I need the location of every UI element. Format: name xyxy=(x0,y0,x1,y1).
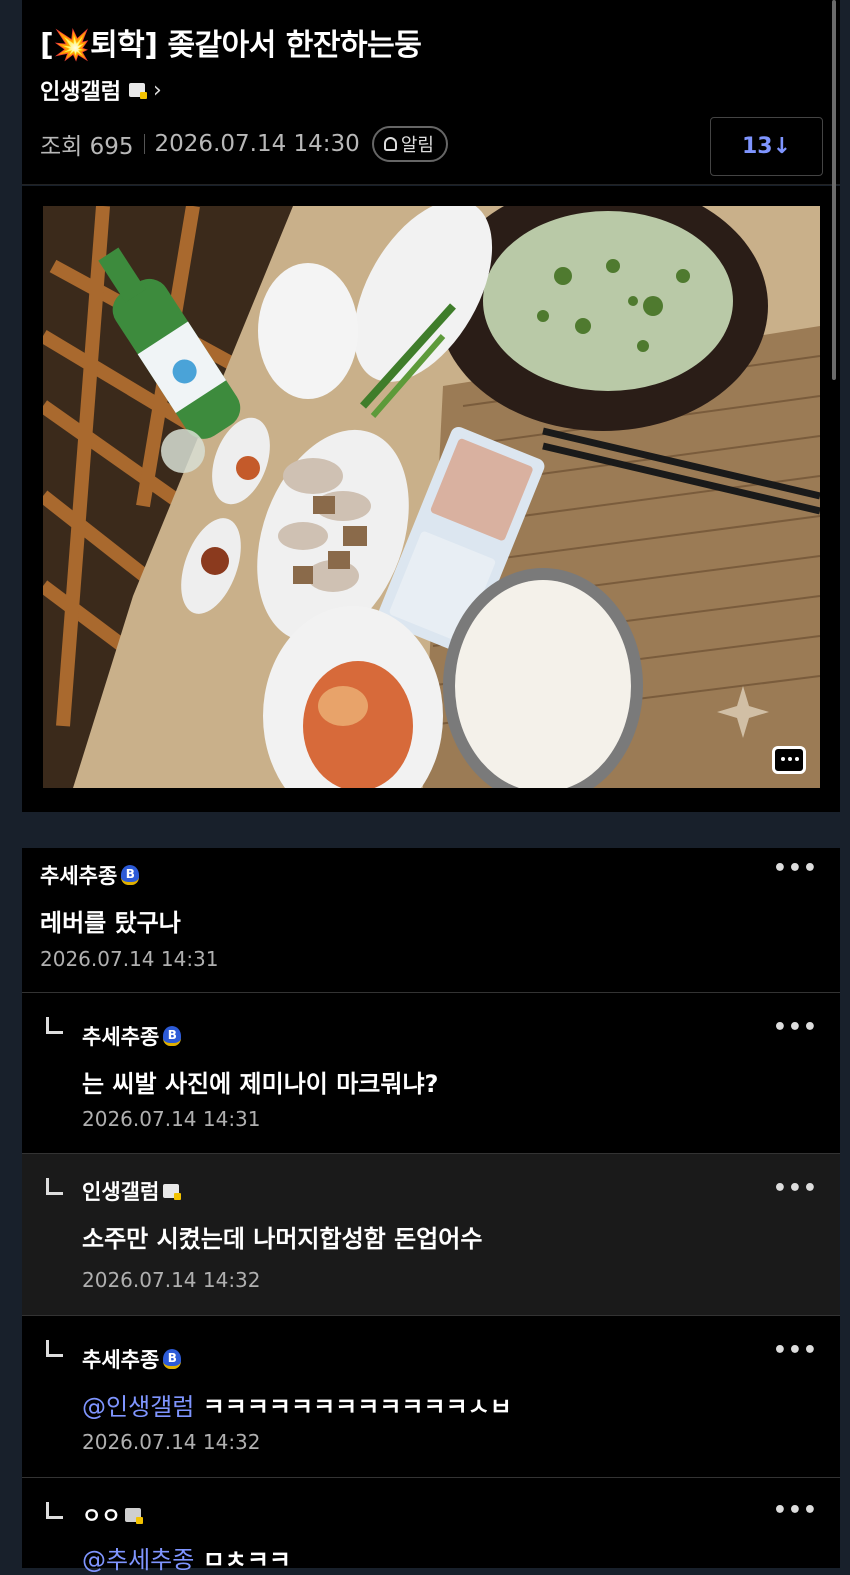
chevron-right-icon: › xyxy=(152,77,162,103)
post-author-link[interactable]: 인생갤럼 › xyxy=(40,74,162,106)
comment-author[interactable]: 추세추종 B xyxy=(82,1344,182,1374)
writer-badge-icon xyxy=(163,1184,182,1200)
comment-time: 2026.07.14 14:31 xyxy=(82,1107,261,1131)
title-text: 좆같아서 한잔하는둥 xyxy=(167,28,422,63)
post-image-panel xyxy=(22,186,840,812)
more-options-icon[interactable]: ••• xyxy=(773,1498,818,1523)
more-options-icon[interactable]: ••• xyxy=(773,1176,818,1201)
more-options-icon[interactable]: ••• xyxy=(773,1015,818,1040)
best-badge-icon: B xyxy=(163,1026,182,1046)
comment-time: 2026.07.14 14:32 xyxy=(82,1430,261,1454)
comment-body: ㅁㅊㅋㅋ xyxy=(202,1546,292,1574)
jump-to-comments-button[interactable]: 13↓ xyxy=(710,117,823,176)
post-author-name: 인생갤럼 xyxy=(40,80,121,105)
scrollbar[interactable] xyxy=(832,0,836,380)
meta-divider xyxy=(143,134,145,154)
best-badge-icon: B xyxy=(163,1349,182,1369)
best-badge-icon: B xyxy=(121,865,140,885)
comment-text: @인생갤럼 ㅋㅋㅋㅋㅋㅋㅋㅋㅋㅋㅋㅋㅅㅂ xyxy=(82,1387,512,1422)
alarm-button[interactable]: 알림 xyxy=(371,126,448,162)
more-options-icon[interactable]: ••• xyxy=(773,1338,818,1363)
reply-arrow-icon xyxy=(46,1340,63,1357)
reply-arrow-icon xyxy=(46,1017,63,1034)
comment-author-name: 추세추종 xyxy=(82,1025,160,1049)
bell-icon xyxy=(383,137,397,151)
comment-reply: 인생갤럼 소주만 시켰는데 나머지합성함 돈업어수 2026.07.14 14:… xyxy=(22,1154,840,1316)
comment-reply: 추세추종 B 는 씨발 사진에 제미나이 마크뭐냐? 2026.07.14 14… xyxy=(22,993,840,1154)
mention-link[interactable]: @추세추종 xyxy=(82,1546,194,1574)
post-meta: 조회 695 2026.07.14 14:30 알림 xyxy=(40,126,448,162)
post-datetime: 2026.07.14 14:30 xyxy=(154,131,360,157)
comment-text: 레버를 탔구나 xyxy=(40,909,181,937)
comment-text: 는 씨발 사진에 제미나이 마크뭐냐? xyxy=(82,1070,439,1098)
comment-reply: ㅇㅇ @추세추종 ㅁㅊㅋㅋ ••• xyxy=(22,1478,840,1574)
comment-bubble-icon[interactable] xyxy=(772,746,806,774)
comment-author[interactable]: 추세추종 B xyxy=(40,860,140,890)
alarm-label: 알림 xyxy=(400,135,434,156)
reply-arrow-icon xyxy=(46,1178,63,1195)
comment-reply: 추세추종 B @인생갤럼 ㅋㅋㅋㅋㅋㅋㅋㅋㅋㅋㅋㅋㅅㅂ 2026.07.14 1… xyxy=(22,1316,840,1478)
comment-author[interactable]: 인생갤럼 xyxy=(82,1176,182,1206)
post-title: [💥퇴학] 좆같아서 한잔하는둥 xyxy=(40,20,422,64)
more-options-icon[interactable]: ••• xyxy=(773,856,818,881)
comment-text: @추세추종 ㅁㅊㅋㅋ xyxy=(82,1540,291,1575)
comment-author-name: ㅇㅇ xyxy=(82,1504,121,1528)
comment-body: ㅋㅋㅋㅋㅋㅋㅋㅋㅋㅋㅋㅋㅅㅂ xyxy=(202,1393,512,1421)
comment-time: 2026.07.14 14:31 xyxy=(40,947,219,971)
comment-author-name: 인생갤럼 xyxy=(82,1180,160,1204)
mention-link[interactable]: @인생갤럼 xyxy=(82,1393,194,1421)
food-photo[interactable] xyxy=(43,206,820,788)
reply-arrow-icon xyxy=(46,1502,63,1519)
title-tag-label: 퇴학] xyxy=(90,28,158,63)
comment-author-name: 추세추종 xyxy=(82,1348,160,1372)
food-photo-illustration xyxy=(43,206,820,788)
writer-badge-icon xyxy=(128,83,147,99)
comment-item: 추세추종 B 레버를 탔구나 2026.07.14 14:31 ••• xyxy=(22,848,840,993)
comment-author-name: 추세추종 xyxy=(40,864,118,888)
explosion-icon: 💥 xyxy=(53,28,91,63)
comment-time: 2026.07.14 14:32 xyxy=(82,1268,261,1292)
view-count: 조회 695 xyxy=(40,134,134,160)
member-badge-icon xyxy=(124,1508,143,1524)
comment-author[interactable]: 추세추종 B xyxy=(82,1021,182,1051)
title-tag-open: [ xyxy=(40,28,54,63)
comment-author[interactable]: ㅇㅇ xyxy=(82,1500,143,1530)
post-header: [💥퇴학] 좆같아서 한잔하는둥 인생갤럼 › 조회 695 2026.07.1… xyxy=(22,0,840,185)
comment-text: 소주만 시켰는데 나머지합성함 돈업어수 xyxy=(82,1225,483,1253)
